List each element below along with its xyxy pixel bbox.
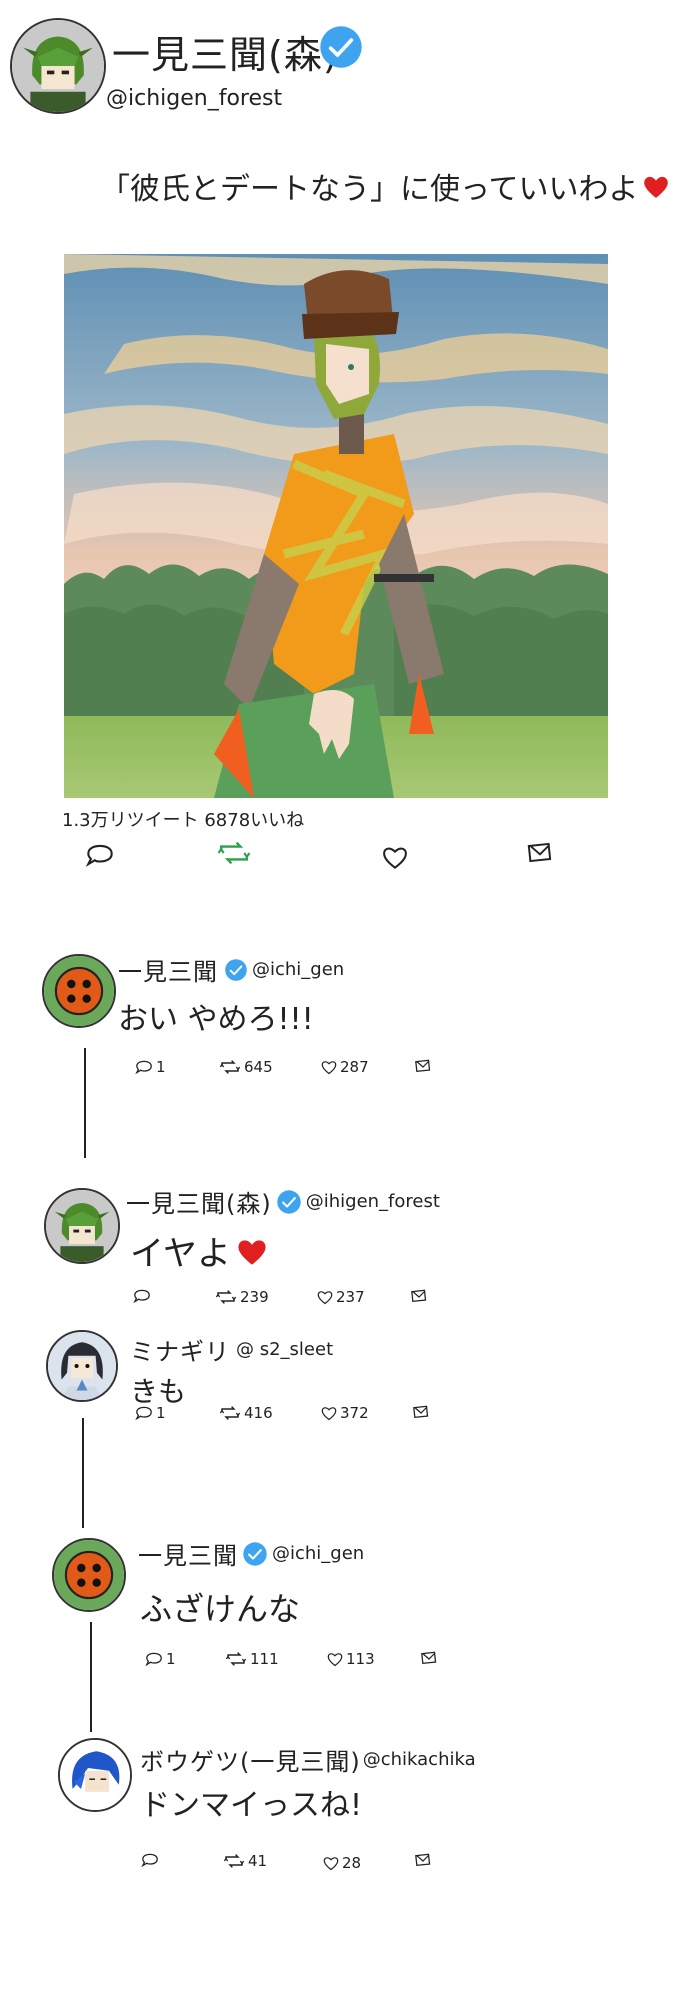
like-stat[interactable]: 113 bbox=[326, 1650, 375, 1668]
like-stat[interactable]: 237 bbox=[316, 1288, 365, 1306]
reply-stat[interactable]: 1 bbox=[134, 1404, 166, 1422]
reply-stat[interactable] bbox=[140, 1852, 162, 1868]
reply-author: 一見三聞 @ichi_gen bbox=[138, 1536, 364, 1571]
share-icon[interactable] bbox=[414, 1852, 432, 1867]
tweet-text: 「彼氏とデートなう」に使っていいわよ bbox=[100, 164, 671, 208]
like-icon bbox=[322, 1855, 340, 1871]
reply-author-handle[interactable]: @ihigen_forest bbox=[306, 1191, 440, 1212]
like-count: 28 bbox=[342, 1854, 362, 1872]
author-handle[interactable]: @ichigen_forest bbox=[106, 86, 282, 111]
reply-icon bbox=[140, 1852, 160, 1868]
reply-stat[interactable]: 1 bbox=[134, 1058, 166, 1076]
avatar[interactable] bbox=[46, 1330, 118, 1402]
retweet-count: 111 bbox=[250, 1650, 279, 1668]
like-icon bbox=[316, 1289, 334, 1305]
retweet-count: 416 bbox=[244, 1404, 273, 1422]
retweet-icon bbox=[224, 1651, 248, 1667]
reply-author-name[interactable]: 一見三聞(森) bbox=[126, 1184, 272, 1219]
share-icon[interactable] bbox=[526, 840, 554, 864]
reply-author-name[interactable]: ミナギリ bbox=[130, 1332, 230, 1367]
reply-author: 一見三聞 @ichi_gen bbox=[118, 952, 344, 987]
like-icon bbox=[320, 1059, 338, 1075]
like-count: 372 bbox=[340, 1404, 369, 1422]
reply-author-handle[interactable]: @ s2_sleet bbox=[236, 1339, 333, 1360]
share-icon[interactable] bbox=[414, 1058, 432, 1073]
like-icon bbox=[326, 1651, 344, 1667]
verified-icon bbox=[224, 958, 248, 982]
reply-count: 1 bbox=[156, 1058, 166, 1076]
like-stat[interactable]: 28 bbox=[322, 1854, 361, 1872]
like-count: 287 bbox=[340, 1058, 369, 1076]
reply-text: ふざけんな bbox=[140, 1590, 301, 1628]
retweet-icon bbox=[218, 1059, 242, 1075]
retweet-stat[interactable]: 416 bbox=[218, 1404, 273, 1422]
retweet-stat[interactable]: 41 bbox=[222, 1852, 267, 1870]
reply-author: ミナギリ @ s2_sleet bbox=[130, 1332, 333, 1367]
reply-icon bbox=[134, 1059, 154, 1075]
like-count: 237 bbox=[336, 1288, 365, 1306]
reply-author: ボウゲツ(一見三聞) @chikachika bbox=[140, 1742, 476, 1777]
reply-author-handle[interactable]: @ichi_gen bbox=[252, 959, 344, 980]
retweet-count: 41 bbox=[248, 1852, 268, 1870]
share-icon[interactable] bbox=[412, 1404, 430, 1419]
share-icon[interactable] bbox=[410, 1288, 428, 1303]
reply-author-name[interactable]: 一見三聞 bbox=[118, 952, 218, 987]
heart-icon bbox=[641, 173, 671, 199]
avatar[interactable] bbox=[44, 1188, 120, 1264]
reply-author-name[interactable]: ボウゲツ(一見三聞) bbox=[140, 1742, 361, 1777]
retweet-stat[interactable]: 239 bbox=[214, 1288, 269, 1306]
reply-count: 1 bbox=[156, 1404, 166, 1422]
avatar[interactable] bbox=[42, 954, 116, 1028]
retweet-icon bbox=[214, 1289, 238, 1305]
reply-author-name[interactable]: 一見三聞 bbox=[138, 1536, 238, 1571]
verified-icon bbox=[276, 1189, 302, 1215]
reply-count: 1 bbox=[166, 1650, 176, 1668]
reply-icon bbox=[132, 1288, 152, 1304]
avatar[interactable] bbox=[52, 1538, 126, 1612]
reply-text: ドンマイっスね! bbox=[140, 1788, 363, 1823]
reply-author-handle[interactable]: @ichi_gen bbox=[272, 1543, 364, 1564]
thread-line bbox=[84, 1048, 86, 1158]
share-icon[interactable] bbox=[420, 1650, 438, 1665]
reply-text-body: イヤよ bbox=[130, 1234, 231, 1274]
reply-author-handle[interactable]: @chikachika bbox=[363, 1749, 476, 1770]
like-stat[interactable]: 372 bbox=[320, 1404, 369, 1422]
avatar[interactable] bbox=[10, 18, 106, 114]
thread-line bbox=[82, 1418, 84, 1528]
reply-stat[interactable] bbox=[132, 1288, 154, 1304]
reply-author: 一見三聞(森) @ihigen_forest bbox=[126, 1184, 440, 1219]
retweet-count: 239 bbox=[240, 1288, 269, 1306]
retweet-count: 645 bbox=[244, 1058, 273, 1076]
verified-icon bbox=[318, 24, 364, 70]
retweet-icon bbox=[222, 1853, 246, 1869]
verified-icon bbox=[242, 1541, 268, 1567]
retweet-icon[interactable] bbox=[216, 840, 252, 866]
like-stat[interactable]: 287 bbox=[320, 1058, 369, 1076]
author-name[interactable]: 一見三聞(森) bbox=[112, 24, 339, 79]
reply-icon[interactable] bbox=[84, 842, 116, 868]
retweet-stat[interactable]: 645 bbox=[218, 1058, 273, 1076]
retweet-stat[interactable]: 111 bbox=[224, 1650, 279, 1668]
reply-stat[interactable]: 1 bbox=[144, 1650, 176, 1668]
retweet-icon bbox=[218, 1405, 242, 1421]
reply-icon bbox=[134, 1405, 154, 1421]
like-icon bbox=[320, 1405, 338, 1421]
reply-text: イヤよ bbox=[130, 1226, 269, 1275]
tweet-stats[interactable]: 1.3万リツイート 6878いいね bbox=[62, 806, 304, 832]
tweet-text-body: 「彼氏とデートなう」に使っていいわよ bbox=[100, 172, 639, 207]
tweet-image[interactable] bbox=[64, 254, 608, 798]
reply-text: おい やめろ!!! bbox=[118, 1002, 314, 1037]
reply-icon bbox=[144, 1651, 164, 1667]
like-count: 113 bbox=[346, 1650, 375, 1668]
heart-icon bbox=[235, 1236, 269, 1266]
avatar[interactable] bbox=[58, 1738, 132, 1812]
thread-line bbox=[90, 1622, 92, 1732]
like-icon[interactable] bbox=[380, 844, 410, 870]
